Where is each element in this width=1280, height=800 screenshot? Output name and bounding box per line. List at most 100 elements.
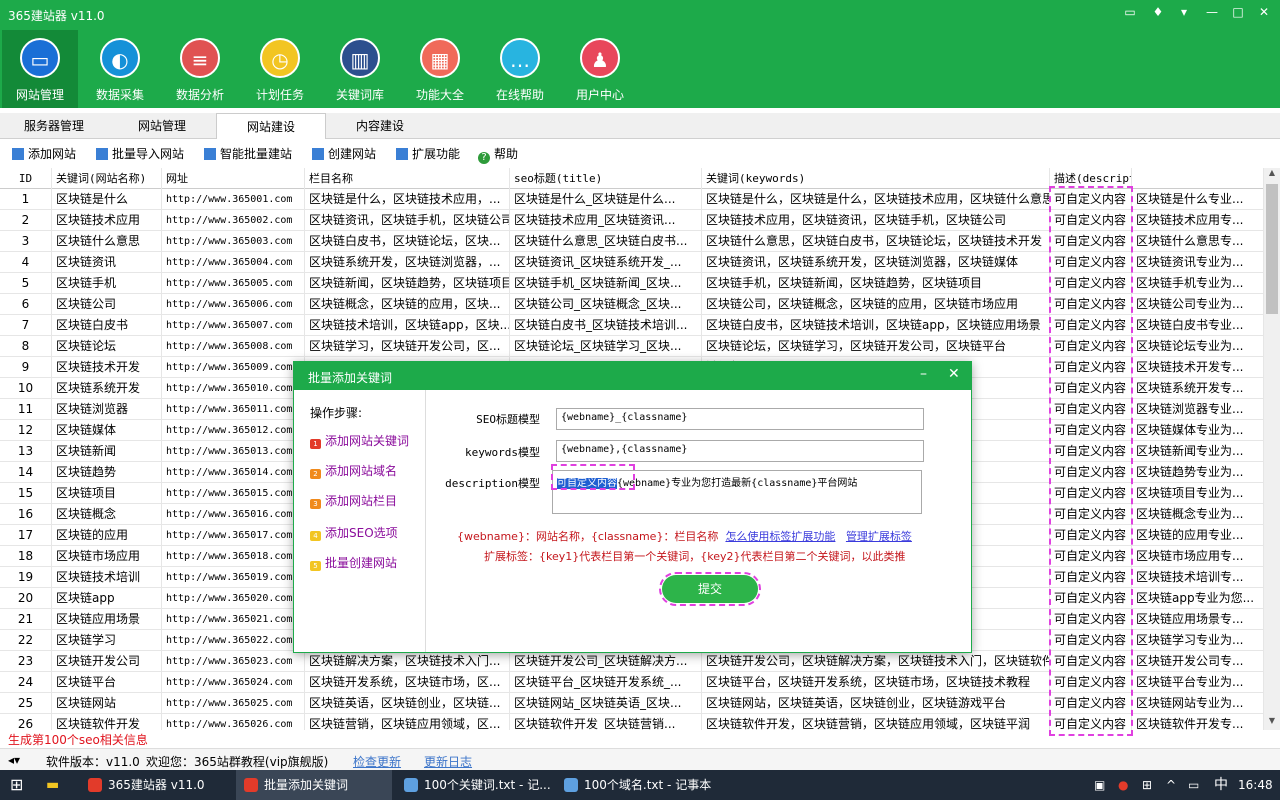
table-cell: 19 <box>0 567 52 588</box>
table-cell: 区块链新闻，区块链趋势，区块链项目 <box>305 273 510 294</box>
windows-start-icon[interactable]: ⊞ <box>10 770 23 800</box>
dialog-close-icon[interactable]: ✕ <box>948 366 960 382</box>
table-cell: 区块链手机专业为... <box>1132 273 1264 294</box>
message-icon[interactable]: ▭ <box>1122 5 1138 19</box>
clock[interactable]: 16:48 <box>1238 770 1273 800</box>
table-cell: 区块链资讯 <box>52 252 162 273</box>
task-notepad-domains-label: 100个域名.txt - 记事本 <box>584 778 712 792</box>
step-3[interactable]: 3 添加网站栏目 <box>310 492 397 509</box>
table-cell: 26 <box>0 714 52 730</box>
manage-tags-link[interactable]: 管理扩展标签 <box>846 530 912 543</box>
table-cell: 区块链手机 <box>52 273 162 294</box>
table-cell: 区块链平台专业为... <box>1132 672 1264 693</box>
table-cell: 区块链媒体专业为... <box>1132 420 1264 441</box>
scroll-thumb[interactable] <box>1266 184 1278 314</box>
table-cell: http://www.365005.com <box>162 273 305 294</box>
table-cell: http://www.365014.com <box>162 462 305 483</box>
seo-title-input[interactable]: {webname}_{classname} <box>556 408 924 430</box>
maximize-icon[interactable]: □ <box>1230 5 1246 19</box>
task-notepad-keywords[interactable]: 100个关键词.txt - 记... <box>396 770 554 800</box>
step-2[interactable]: 2 添加网站域名 <box>310 462 397 479</box>
step-5-label: 批量创建网站 <box>325 556 398 570</box>
table-cell: 区块链应用场景专... <box>1132 609 1264 630</box>
table-cell: 1 <box>0 189 52 210</box>
table-cell: 区块链是什么_区块链是什么... <box>510 189 702 210</box>
table-cell: 区块链是什么专业... <box>1132 189 1264 210</box>
table-cell: 区块链平台_区块链开发系统_... <box>510 672 702 693</box>
create-site-button[interactable]: 创建网站 <box>312 145 376 162</box>
table-cell: 区块链软件开发 <box>52 714 162 730</box>
table-cell: 4 <box>0 252 52 273</box>
column-header: ID <box>0 168 52 189</box>
ime-indicator[interactable]: 中 <box>1214 770 1228 800</box>
step-2-badge-icon: 2 <box>310 469 321 479</box>
vertical-scrollbar[interactable]: ▲ ▼ <box>1264 168 1280 730</box>
update-log-link[interactable]: 更新日志 <box>424 753 472 770</box>
ribbon-label: 计划任务 <box>255 88 304 102</box>
ribbon-button-2[interactable]: ≡ 数据分析 <box>162 30 238 108</box>
table-cell: http://www.365019.com <box>162 567 305 588</box>
extend-button[interactable]: 扩展功能 <box>396 145 460 162</box>
task-app[interactable]: 365建站器 v11.0 <box>80 770 232 800</box>
table-cell: http://www.365003.com <box>162 231 305 252</box>
step-1[interactable]: 1 添加网站关键词 <box>310 432 409 449</box>
seo-title-label: SEO标题模型 <box>476 413 540 426</box>
tray-chevron-icon[interactable]: ^ <box>1166 770 1176 800</box>
task-notepad-keywords-label: 100个关键词.txt - 记... <box>424 778 551 792</box>
scroll-down-icon[interactable]: ▼ <box>1264 716 1280 730</box>
tab-site-manage[interactable]: 网站管理 <box>108 113 216 139</box>
minimize-icon[interactable]: — <box>1204 5 1220 19</box>
table-cell: http://www.365021.com <box>162 609 305 630</box>
add-site-button[interactable]: 添加网站 <box>12 145 76 162</box>
tab-content-build[interactable]: 内容建设 <box>326 113 434 139</box>
dialog-minimize-icon[interactable]: – <box>920 366 927 382</box>
table-cell: http://www.365012.com <box>162 420 305 441</box>
keywords-input[interactable]: {webname},{classname} <box>556 440 924 462</box>
close-icon[interactable]: ✕ <box>1256 5 1272 19</box>
tray-windows-icon[interactable]: ⊞ <box>1142 770 1152 800</box>
step-5[interactable]: 5 批量创建网站 <box>310 554 397 571</box>
table-cell: http://www.365025.com <box>162 693 305 714</box>
dialog-task-icon <box>244 778 258 792</box>
tray-365-icon[interactable]: ● <box>1118 770 1128 800</box>
task-notepad-domains[interactable]: 100个域名.txt - 记事本 <box>556 770 720 800</box>
explorer-icon[interactable]: ▬ <box>46 770 59 800</box>
tray-network-icon[interactable]: ▭ <box>1188 770 1199 800</box>
ribbon-button-5[interactable]: ▦ 功能大全 <box>402 30 478 108</box>
tray-app-icon[interactable]: ▣ <box>1094 770 1105 800</box>
column-header: 关键词(keywords) <box>702 168 1050 189</box>
task-dialog[interactable]: 批量添加关键词 <box>236 770 392 800</box>
step-4[interactable]: 4 添加SEO选项 <box>310 524 398 541</box>
ribbon-button-4[interactable]: ▥ 关键词库 <box>322 30 398 108</box>
tag-usage-link[interactable]: 怎么使用标签扩展功能 <box>725 530 835 543</box>
table-cell: 区块链平台，区块链开发系统，区块链市场，区块链技术教程 <box>702 672 1050 693</box>
table-cell: 区块链系统开发 <box>52 378 162 399</box>
toolbar: 添加网站 批量导入网站 智能批量建站 创建网站 扩展功能 ? 帮助 <box>0 140 1280 166</box>
tab-site-build[interactable]: 网站建设 <box>216 113 326 139</box>
skin-icon[interactable]: ♦ <box>1150 5 1166 19</box>
ribbon-button-3[interactable]: ◷ 计划任务 <box>242 30 318 108</box>
smart-batch-button[interactable]: 智能批量建站 <box>204 145 292 162</box>
table-cell: 11 <box>0 399 52 420</box>
tab-server-manage[interactable]: 服务器管理 <box>0 113 108 139</box>
ribbon-button-6[interactable]: … 在线帮助 <box>482 30 558 108</box>
ribbon-button-1[interactable]: ◐ 数据采集 <box>82 30 158 108</box>
table-cell: 区块链浏览器 <box>52 399 162 420</box>
check-update-link[interactable]: 检查更新 <box>353 753 401 770</box>
table-cell: http://www.365002.com <box>162 210 305 231</box>
scroll-up-icon[interactable]: ▲ <box>1264 168 1280 182</box>
ribbon-button-0[interactable]: ▭ 网站管理 <box>2 30 78 108</box>
table-cell: 区块链学习 <box>52 630 162 651</box>
table-cell: 区块链技术开发 <box>52 357 162 378</box>
help-button[interactable]: ? 帮助 <box>478 145 518 164</box>
table-cell: 24 <box>0 672 52 693</box>
batch-import-button[interactable]: 批量导入网站 <box>96 145 184 162</box>
submit-button[interactable]: 提交 <box>659 572 761 606</box>
table-cell: 21 <box>0 609 52 630</box>
step-4-badge-icon: 4 <box>310 531 321 541</box>
table-cell: 14 <box>0 462 52 483</box>
table-cell: 区块链平台 <box>52 672 162 693</box>
menu-icon[interactable]: ▾ <box>1176 5 1192 19</box>
table-cell: http://www.365007.com <box>162 315 305 336</box>
ribbon-button-7[interactable]: ♟ 用户中心 <box>562 30 638 108</box>
